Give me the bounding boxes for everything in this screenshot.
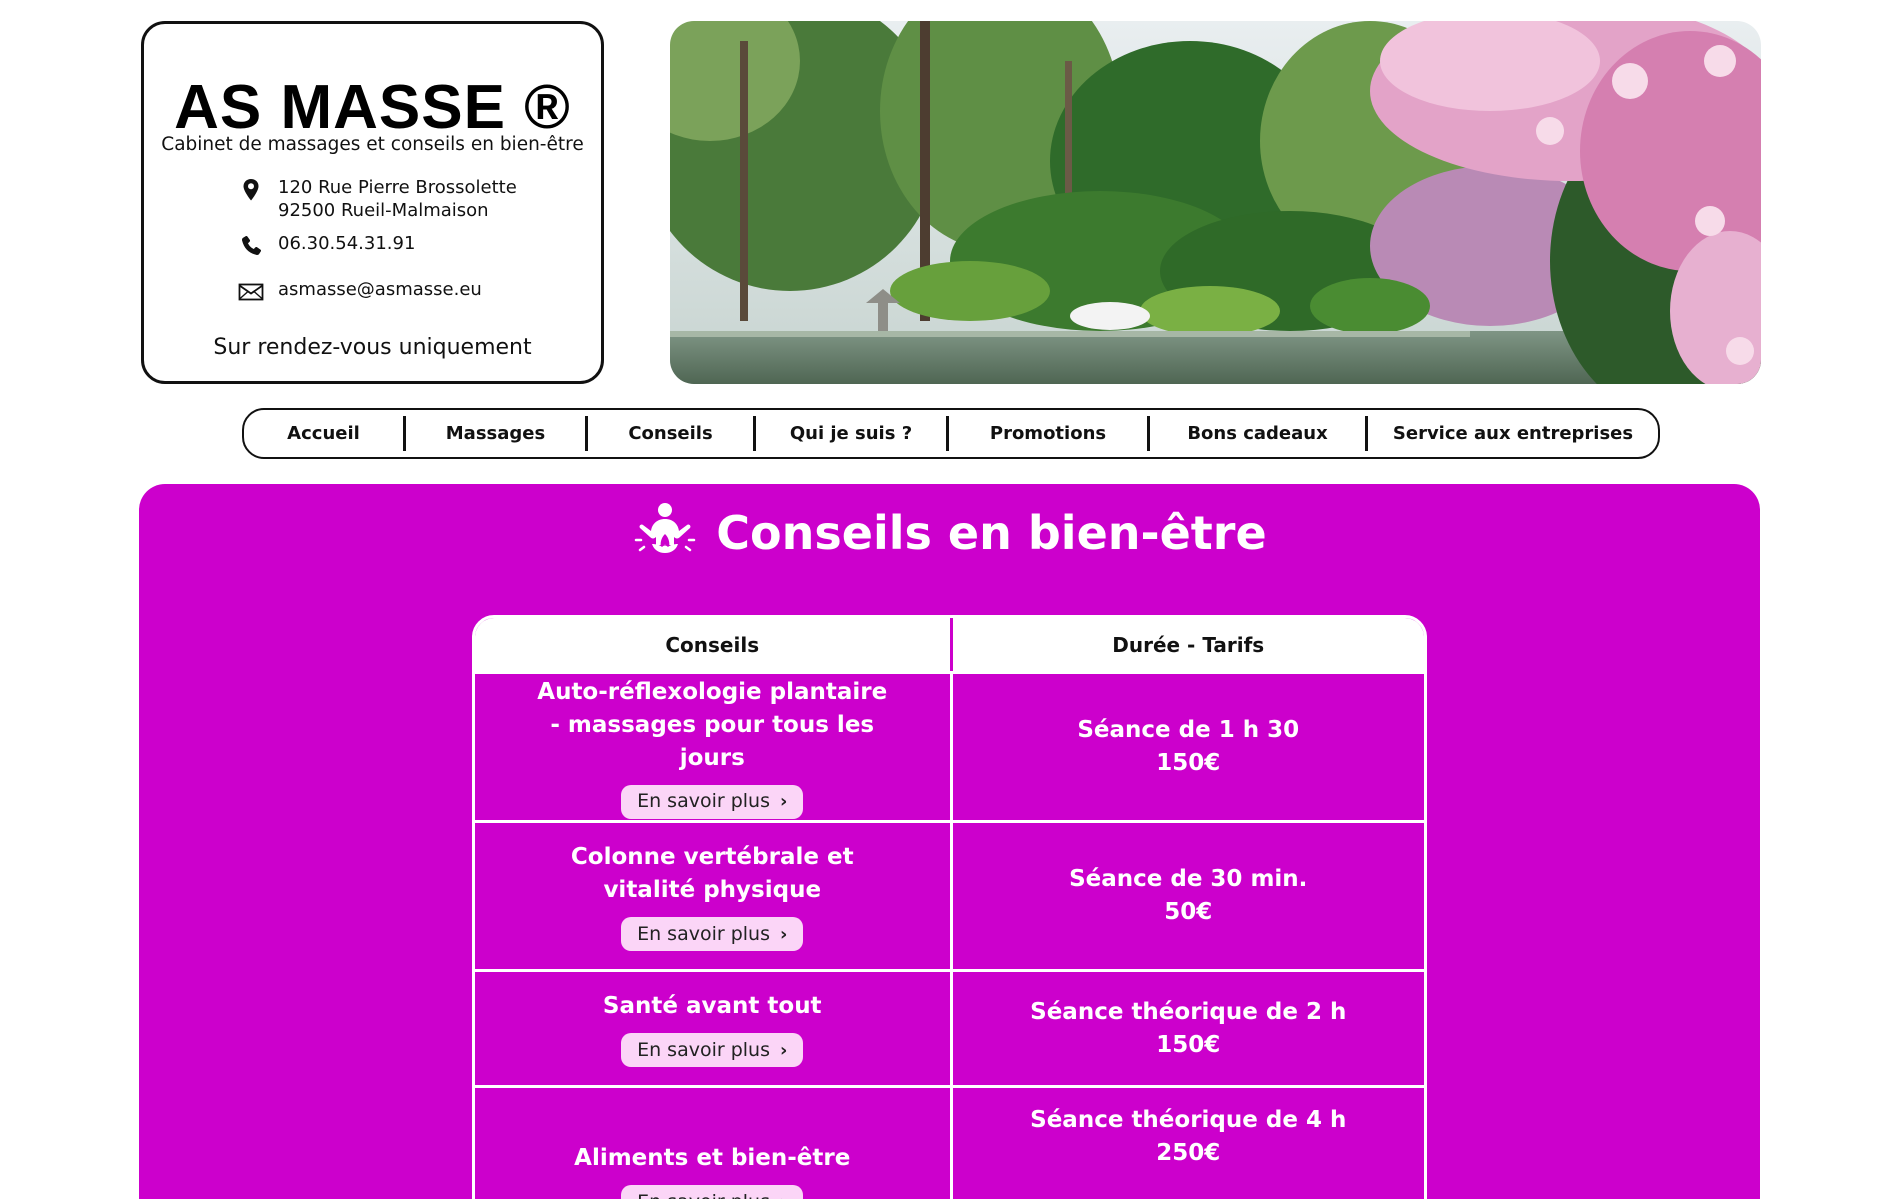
brand-tagline: Cabinet de massages et conseils en bien-… <box>161 134 584 155</box>
column-header-duree-tarifs: Durée - Tarifs <box>949 618 1425 671</box>
nav-item-service-entreprises[interactable]: Service aux entreprises <box>1368 410 1658 457</box>
button-label: En savoir plus <box>637 790 770 812</box>
nav-item-massages[interactable]: Massages <box>406 410 585 457</box>
en-savoir-plus-button[interactable]: En savoir plus › <box>621 784 804 819</box>
conseil-cell: Aliments et bien-être En savoir plus › <box>475 1088 950 1199</box>
chevron-right-icon: › <box>780 1039 788 1061</box>
brand-card: AS MASSE ® Cabinet de massages et consei… <box>141 21 604 384</box>
nav-item-promotions[interactable]: Promotions <box>949 410 1147 457</box>
chevron-right-icon: › <box>780 923 788 945</box>
price: 150€ <box>1156 750 1221 776</box>
main-nav: Accueil Massages Conseils Qui je suis ? … <box>242 408 1660 459</box>
price: 150€ <box>1156 1031 1221 1058</box>
duration: Séance théorique de 4 h <box>1030 1107 1347 1133</box>
conseil-title: Aliments et bien-être <box>574 1145 851 1171</box>
email-row[interactable]: asmasse@asmasse.eu <box>236 278 482 306</box>
conseil-title: Auto-réflexologie plantaire - massages p… <box>537 678 888 771</box>
nav-item-qui-je-suis[interactable]: Qui je suis ? <box>756 410 946 457</box>
conseil-cell: Auto-réflexologie plantaire - massages p… <box>475 674 950 820</box>
conseils-table: Conseils Durée - Tarifs Auto-réflexologi… <box>472 615 1427 1199</box>
conseil-cell: Colonne vertébrale et vitalité physique … <box>475 823 950 969</box>
tarif-cell: Séance de 30 min. 50€ <box>949 823 1425 969</box>
button-label: En savoir plus <box>637 1038 770 1061</box>
envelope-icon <box>236 278 266 306</box>
table-row: Colonne vertébrale et vitalité physique … <box>475 820 1424 969</box>
nav-item-accueil[interactable]: Accueil <box>244 410 403 457</box>
phone-row[interactable]: 06.30.54.31.91 <box>236 232 415 260</box>
section-title: Conseils en bien-être <box>716 506 1267 560</box>
price: 250€ <box>1156 1140 1221 1166</box>
price: 50€ <box>1164 899 1213 925</box>
column-header-conseils: Conseils <box>665 632 760 657</box>
button-label: En savoir plus <box>637 922 770 945</box>
table-header: Conseils Durée - Tarifs <box>475 618 1424 671</box>
location-pin-icon <box>236 176 266 204</box>
en-savoir-plus-button[interactable]: En savoir plus › <box>621 1033 804 1067</box>
conseils-panel: Conseils en bien-être Conseils Durée - T… <box>139 484 1760 1199</box>
appointment-note: Sur rendez-vous uniquement <box>213 335 532 360</box>
address-line-2: 92500 Rueil-Malmaison <box>278 200 489 221</box>
email-address[interactable]: asmasse@asmasse.eu <box>278 278 482 301</box>
garden-banner-image <box>670 21 1761 384</box>
duration: Séance de 1 h 30 <box>1077 717 1300 743</box>
table-row: Auto-réflexologie plantaire - massages p… <box>475 671 1424 820</box>
duration: Séance théorique de 2 h <box>1030 998 1347 1025</box>
phone-icon <box>236 232 266 260</box>
nav-item-conseils[interactable]: Conseils <box>588 410 753 457</box>
meditation-lotus-icon <box>632 500 698 566</box>
address-row: 120 Rue Pierre Brossolette 92500 Rueil-M… <box>236 176 517 222</box>
duration: Séance de 30 min. <box>1069 866 1308 892</box>
table-row: Santé avant tout En savoir plus › Séance… <box>475 969 1424 1085</box>
chevron-right-icon: › <box>780 791 788 812</box>
nav-item-bons-cadeaux[interactable]: Bons cadeaux <box>1150 410 1365 457</box>
tarif-cell: Séance de 1 h 30 150€ <box>949 674 1425 820</box>
en-savoir-plus-button[interactable]: En savoir plus › <box>621 917 804 951</box>
tarif-cell: Séance théorique de 4 h 250€ <box>949 1088 1425 1199</box>
brand-name: AS MASSE ® <box>174 73 571 142</box>
en-savoir-plus-button[interactable]: En savoir plus › <box>621 1185 804 1199</box>
table-row: Aliments et bien-être En savoir plus › S… <box>475 1085 1424 1199</box>
chevron-right-icon: › <box>780 1186 787 1199</box>
conseil-title: Colonne vertébrale et vitalité physique <box>570 844 854 903</box>
conseil-cell: Santé avant tout En savoir plus › <box>475 972 950 1085</box>
tarif-cell: Séance théorique de 2 h 150€ <box>949 972 1425 1085</box>
phone-number[interactable]: 06.30.54.31.91 <box>278 232 415 255</box>
conseil-title: Santé avant tout <box>602 993 822 1019</box>
button-label: En savoir plus <box>637 1186 770 1199</box>
address-line-1: 120 Rue Pierre Brossolette <box>278 177 517 198</box>
section-header: Conseils en bien-être <box>139 502 1760 564</box>
